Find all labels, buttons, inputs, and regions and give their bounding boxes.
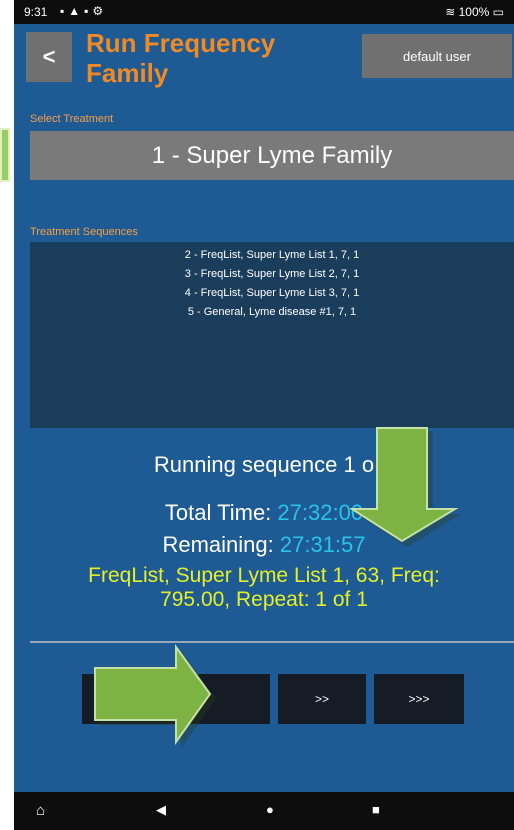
list-item[interactable]: 2 - FreqList, Super Lyme List 1, 7, 1 <box>30 246 514 265</box>
back-nav-icon[interactable]: ◀ <box>156 802 166 818</box>
sequence-list[interactable]: 2 - FreqList, Super Lyme List 1, 7, 1 3 … <box>30 242 514 428</box>
app-screen: 9:31 ▪▲▪⚙ ≋ 100% ▭ < Run Frequency Famil… <box>14 0 514 830</box>
skip-button[interactable]: >>> <box>374 674 464 724</box>
home-icon[interactable]: ⌂ <box>36 802 45 819</box>
remaining-label: Remaining: <box>162 532 274 557</box>
list-item[interactable]: 3 - FreqList, Super Lyme List 2, 7, 1 <box>30 265 514 284</box>
next-button[interactable]: >> <box>278 674 366 724</box>
nav-bar: ⌂ ◀ ● ■ <box>14 792 514 830</box>
frequency-line-2: 795.00, Repeat: 1 of 1 <box>160 588 368 611</box>
wifi-icon: ≋ <box>445 5 459 19</box>
right-arrow-icon <box>94 644 216 748</box>
battery-icon: ▭ <box>492 5 504 19</box>
list-item[interactable]: 5 - General, Lyme disease #1, 7, 1 <box>30 303 514 322</box>
treatment-sequences-label: Treatment Sequences <box>30 226 138 238</box>
list-item[interactable]: 4 - FreqList, Super Lyme List 3, 7, 1 <box>30 284 514 303</box>
select-treatment-label: Select Treatment <box>30 113 114 125</box>
status-bar: 9:31 ▪▲▪⚙ ≋ 100% ▭ <box>14 0 514 24</box>
frequency-info: FreqList, Super Lyme List 1, 63, Freq: 7… <box>14 564 514 612</box>
annotation-box-fragment <box>0 128 10 182</box>
divider <box>30 641 514 643</box>
frequency-line-1: FreqList, Super Lyme List 1, 63, Freq: <box>88 564 440 587</box>
home-nav-icon[interactable]: ● <box>266 802 274 817</box>
total-time-label: Total Time: <box>164 500 272 525</box>
status-time: 9:31 <box>24 5 48 19</box>
notification-icons: ▪▲▪⚙ <box>60 4 108 18</box>
treatment-select[interactable]: 1 - Super Lyme Family <box>30 131 514 180</box>
back-button[interactable]: < <box>26 32 72 82</box>
down-arrow-icon <box>350 427 461 547</box>
recents-nav-icon[interactable]: ■ <box>372 802 380 817</box>
battery-level: 100% <box>458 5 490 19</box>
user-button[interactable]: default user <box>362 34 512 78</box>
page-title: Run Frequency Family <box>86 28 276 88</box>
status-right: ≋ 100% ▭ <box>445 5 504 19</box>
